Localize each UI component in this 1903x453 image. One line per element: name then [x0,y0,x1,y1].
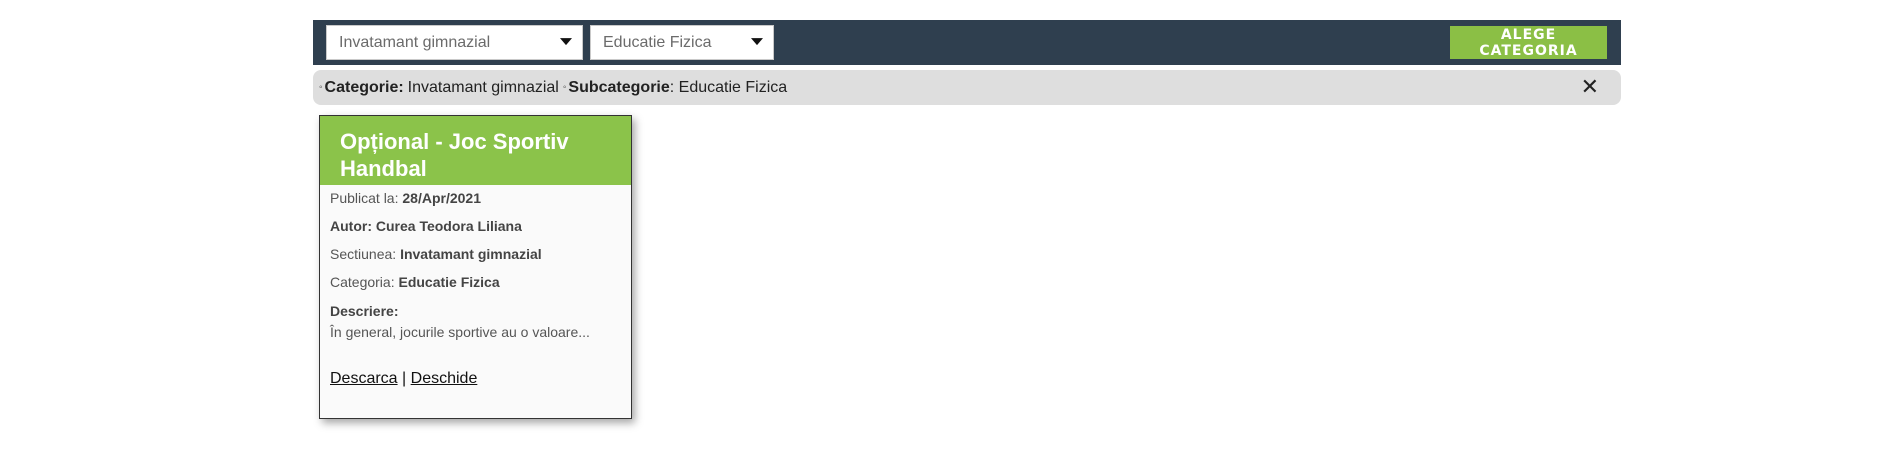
section-label: Sectiunea: [330,246,397,262]
section-row: Sectiunea: Invatamant gimnazial [330,247,621,262]
subcategory-select-value: Educatie Fizica [603,33,712,51]
card-links: Descarca | Deschide [330,370,621,388]
filter-category-value: Invatamant gimnazial [407,78,559,96]
card-header: Opțional - Joc Sportiv Handbal [320,116,631,185]
active-filter-bar: ◦ Categorie: Invatamant gimnazial ◦ Subc… [313,70,1621,105]
filter-subcategory-value: : Educatie Fizica [669,78,788,96]
description-label: Descriere: [330,303,399,319]
open-link[interactable]: Deschide [411,370,478,387]
section-value: Invatamant gimnazial [400,246,542,262]
subcategory-select[interactable]: Educatie Fizica [590,25,774,60]
resource-card: Opțional - Joc Sportiv Handbal Publicat … [319,115,632,419]
published-date: 28/Apr/2021 [402,190,481,206]
download-link[interactable]: Descarca [330,370,398,387]
category-value: Educatie Fizica [398,274,500,290]
filter-subcategory-label: Subcategorie [568,78,670,96]
category-select[interactable]: Invatamant gimnazial [326,25,583,60]
category-select-value: Invatamant gimnazial [339,33,491,51]
card-body: Publicat la: 28/Apr/2021 Autor: Curea Te… [320,185,631,394]
published-row: Publicat la: 28/Apr/2021 [330,191,621,206]
card-title: Opțional - Joc Sportiv Handbal [340,129,569,181]
dropdown-caret-icon [560,37,572,45]
bullet-icon: ◦ [562,82,567,93]
category-toolbar: Invatamant gimnazial Educatie Fizica ALE… [313,20,1621,65]
filter-category-label: Categorie: [324,78,404,96]
link-separator: | [402,370,407,387]
close-icon[interactable]: ✕ [1581,76,1599,99]
category-label: Categoria: [330,274,395,290]
author-row: Autor: Curea Teodora Liliana [330,219,621,234]
category-row: Categoria: Educatie Fizica [330,275,621,290]
bullet-icon: ◦ [319,82,323,93]
published-label: Publicat la: [330,190,399,206]
dropdown-caret-icon [751,37,763,45]
choose-category-button[interactable]: ALEGE CATEGORIA [1450,26,1607,59]
description-text: În general, jocurile sportive au o valoa… [330,324,590,340]
author-text: Autor: Curea Teodora Liliana [330,218,522,234]
